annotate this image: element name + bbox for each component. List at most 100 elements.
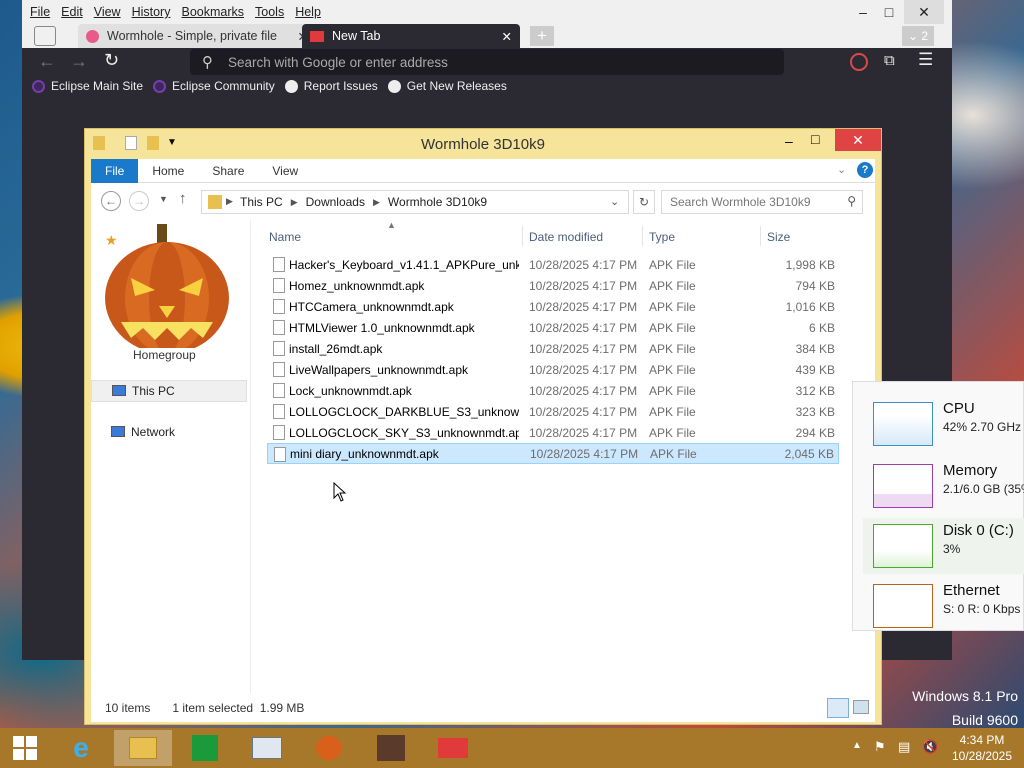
minimize-icon[interactable]: – [785, 133, 793, 149]
close-tab-icon[interactable]: ✕ [502, 29, 512, 44]
url-bar[interactable]: ⚲ Search with Google or enter address [190, 49, 784, 75]
file-row[interactable]: Homez_unknownmdt.apk 10/28/2025 4:17 PM AP… [267, 275, 839, 296]
tab-file[interactable]: File [91, 159, 139, 183]
expand-ribbon-icon[interactable]: ⌄ [837, 163, 846, 176]
action-center-flag-icon[interactable]: ⚑ [874, 739, 886, 755]
tab-home[interactable]: Home [138, 159, 198, 183]
pumpkin-taskbar-button[interactable] [300, 730, 358, 766]
close-icon[interactable]: ✕ [904, 0, 944, 24]
ethernet-graph [873, 584, 933, 628]
file-row[interactable]: LiveWallpapers_unknownmdt.apk 10/28/2025 … [267, 359, 839, 380]
task-manager-taskbar-button[interactable] [238, 730, 296, 766]
chevron-down-icon[interactable]: ⌄ [610, 195, 619, 208]
reload-icon[interactable]: ↻ [104, 50, 119, 71]
menu-help[interactable]: Help [295, 5, 321, 19]
tab-list-icon[interactable] [34, 26, 56, 46]
chevron-right-icon[interactable]: ▶ [373, 197, 380, 208]
address-bar[interactable]: ▶ This PC ▶ Downloads ▶ Wormhole 3D10k9 … [201, 190, 629, 214]
internet-explorer-icon[interactable]: e [52, 730, 110, 766]
file-row[interactable]: HTMLViewer 1.0_unknownmdt.apk 10/28/2025 … [267, 317, 839, 338]
perf-value: 2.1/6.0 GB (35%) [943, 482, 1024, 496]
start-button[interactable] [0, 730, 50, 766]
column-name[interactable]: Name [269, 230, 301, 244]
help-icon[interactable]: ? [857, 162, 873, 178]
large-icons-view-icon[interactable] [853, 700, 869, 714]
volume-muted-icon[interactable]: 🔇 [922, 739, 938, 755]
system-clock[interactable]: 4:34 PM 10/28/2025 [944, 732, 1020, 764]
file-size: 794 KB [795, 278, 835, 293]
details-view-icon[interactable] [827, 698, 849, 718]
perf-disk[interactable]: Disk 0 (C:) 3% [863, 518, 1024, 574]
file-icon [273, 383, 285, 398]
breadcrumb-downloads[interactable]: Downloads [306, 195, 365, 209]
forward-icon[interactable]: → [70, 51, 88, 72]
recent-locations-icon[interactable]: ▼ [159, 194, 168, 204]
bookmark-report-issues[interactable]: Report Issues [284, 79, 378, 93]
file-row[interactable]: Lock_unknownmdt.apk 10/28/2025 4:17 PM APK… [267, 380, 839, 401]
folder-icon [208, 195, 222, 209]
bookmark-eclipse-community[interactable]: Eclipse Community [153, 79, 275, 93]
menu-icon[interactable]: ☰ [918, 50, 933, 70]
file-explorer-taskbar-button[interactable] [114, 730, 172, 766]
column-type[interactable]: Type [649, 230, 675, 244]
tab-label: Wormhole - Simple, private file [107, 29, 277, 43]
search-input[interactable]: Search Wormhole 3D10k9 ⚲ [661, 190, 863, 214]
menu-edit[interactable]: Edit [61, 5, 83, 19]
maximize-icon[interactable]: □ [874, 0, 904, 24]
pocket-icon[interactable] [850, 53, 868, 71]
nav-network[interactable]: Network [91, 422, 247, 444]
extensions-icon[interactable]: ⧉ [884, 52, 895, 69]
perf-cpu[interactable]: CPU 42% 2.70 GHz [863, 396, 1024, 452]
file-row[interactable]: HTCCamera_unknownmdt.apk 10/28/2025 4:17 … [267, 296, 839, 317]
perf-value: 42% 2.70 GHz [943, 420, 1022, 434]
up-icon[interactable]: ↑ [179, 190, 187, 207]
refresh-icon[interactable]: ↻ [633, 190, 655, 214]
tab-new-tab[interactable]: New Tab ✕ [302, 24, 520, 48]
menu-view[interactable]: View [94, 5, 121, 19]
breadcrumb-this-pc[interactable]: This PC [240, 195, 283, 209]
tab-count-badge[interactable]: ⌄ 2 [902, 26, 934, 46]
breadcrumb-current[interactable]: Wormhole 3D10k9 [388, 195, 487, 209]
browser-taskbar-button[interactable] [424, 730, 482, 766]
column-size[interactable]: Size [767, 230, 790, 244]
forward-icon[interactable]: → [129, 191, 149, 211]
github-icon [284, 79, 298, 93]
column-divider [522, 226, 523, 246]
tab-wormhole[interactable]: Wormhole - Simple, private file ✕ [78, 24, 314, 48]
menu-history[interactable]: History [132, 5, 171, 19]
file-row[interactable]: LOLLOGCLOCK_DARKBLUE_S3_unknown... 10/28/… [267, 401, 839, 422]
menu-tools[interactable]: Tools [255, 5, 284, 19]
nav-this-pc[interactable]: This PC [91, 380, 247, 402]
chevron-right-icon[interactable]: ▶ [226, 196, 233, 207]
menu-bookmarks[interactable]: Bookmarks [181, 5, 244, 19]
file-row[interactable]: Hacker's_Keyboard_v1.41.1_APKPure_unk...… [267, 254, 839, 275]
column-date[interactable]: Date modified [529, 230, 603, 244]
bookmark-label: Eclipse Main Site [51, 79, 144, 93]
store-taskbar-button[interactable] [176, 730, 234, 766]
url-placeholder: Search with Google or enter address [228, 54, 448, 70]
new-tab-button[interactable]: + [530, 26, 554, 46]
maximize-icon[interactable]: □ [811, 131, 819, 147]
nav-homegroup[interactable]: Homegroup [133, 348, 196, 362]
file-date: 10/28/2025 4:17 PM [529, 383, 638, 398]
perf-ethernet[interactable]: Ethernet S: 0 R: 0 Kbps [863, 578, 1024, 634]
chevron-right-icon[interactable]: ▶ [291, 197, 298, 208]
back-icon[interactable]: ← [101, 191, 121, 211]
close-icon[interactable]: ✕ [835, 129, 881, 151]
network-tray-icon[interactable]: ▤ [898, 739, 910, 755]
perf-memory[interactable]: Memory 2.1/6.0 GB (35%) [863, 458, 1024, 514]
menu-file[interactable]: File [30, 5, 50, 19]
bookmark-get-releases[interactable]: Get New Releases [387, 79, 507, 93]
bookmark-eclipse-main[interactable]: Eclipse Main Site [32, 79, 143, 93]
file-name: LiveWallpapers_unknownmdt.apk [289, 362, 468, 377]
tab-share[interactable]: Share [198, 159, 258, 183]
file-row[interactable]: LOLLOGCLOCK_SKY_S3_unknownmdt.apk 10/28/2… [267, 422, 839, 443]
app-taskbar-button[interactable] [362, 730, 420, 766]
show-hidden-icons-icon[interactable]: ▲ [852, 740, 862, 751]
browser-icon [438, 738, 468, 758]
file-row[interactable]: install_26mdt.apk 10/28/2025 4:17 PM APK F… [267, 338, 839, 359]
tab-view[interactable]: View [258, 159, 312, 183]
back-icon[interactable]: ← [38, 51, 56, 72]
file-type: APK File [649, 362, 696, 377]
file-row-selected[interactable]: mini diary_unknownmdt.apk 10/28/2025 4:17… [267, 443, 839, 464]
